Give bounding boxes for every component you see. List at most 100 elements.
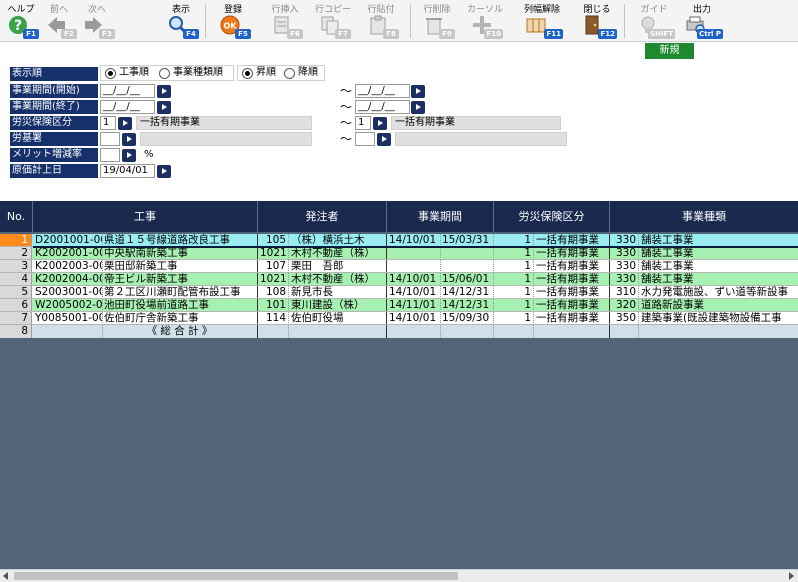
labor-office-to-name xyxy=(395,132,567,146)
labor-office-from-picker[interactable] xyxy=(122,133,136,146)
merit-rate-label: メリット増減率 xyxy=(10,148,98,162)
header-client[interactable]: 発注者 xyxy=(258,201,386,232)
help-button[interactable]: ヘルプ ? F1 xyxy=(2,0,40,42)
header-business[interactable]: 事業種類 xyxy=(610,201,798,232)
grid-header: No. 工事 発注者 事業期間 労災保険区分 事業種類 xyxy=(0,201,798,232)
header-insurance[interactable]: 労災保険区分 xyxy=(494,201,609,232)
column-divider xyxy=(386,325,387,338)
labor-office-to-picker[interactable] xyxy=(377,133,391,146)
scroll-left-arrow-icon[interactable] xyxy=(3,572,8,580)
sort-order-label: 表示順 xyxy=(10,67,98,81)
display-button[interactable]: 表示 F4 xyxy=(162,0,200,42)
toolbar-separator xyxy=(624,4,625,38)
ascending-label: 昇順 xyxy=(256,67,276,78)
row-delete-button[interactable]: 行削除 F9 xyxy=(418,0,456,42)
f12-key: F12 xyxy=(598,29,617,39)
period-start-label: 事業期間(開始) xyxy=(10,84,98,98)
selected-row-underline xyxy=(33,246,798,248)
period-end-to-input[interactable]: __/__/__ xyxy=(355,100,410,114)
f11-key: F11 xyxy=(544,29,563,39)
range-tilde: ～ xyxy=(340,84,353,98)
next-button[interactable]: 次へ F3 xyxy=(78,0,116,42)
column-divider xyxy=(102,325,103,338)
insurance-to-name: 一括有期事業 xyxy=(391,116,561,130)
percent-unit: % xyxy=(144,149,154,160)
cost-date-picker[interactable] xyxy=(157,165,171,178)
labor-office-to-input[interactable] xyxy=(355,132,375,146)
f7-key: F7 xyxy=(335,29,351,39)
range-tilde: ～ xyxy=(340,116,353,130)
insurance-to-code-input[interactable]: 1 xyxy=(355,116,371,130)
register-button[interactable]: 登録 OK F5 xyxy=(214,0,252,42)
ctrl-p-key: Ctrl P xyxy=(697,29,723,39)
toolbar: ヘルプ ? F1 前へ F2 次へ F3 表示 F4 登録 OK F5 行挿入 … xyxy=(0,0,798,42)
toolbar-separator xyxy=(410,4,411,38)
column-divider xyxy=(493,325,494,338)
period-end-from-picker[interactable] xyxy=(157,101,171,114)
row-insert-button[interactable]: 行挿入 F6 xyxy=(266,0,304,42)
f8-key: F8 xyxy=(383,29,399,39)
total-row: 8 《 総 合 計 》 xyxy=(0,325,798,338)
period-start-to-input[interactable]: __/__/__ xyxy=(355,84,410,98)
row-copy-button[interactable]: 行コピー F7 xyxy=(314,0,352,42)
insurance-from-picker[interactable] xyxy=(118,117,132,130)
labor-office-from-input[interactable] xyxy=(100,132,120,146)
insurance-type-label: 労災保険区分 xyxy=(10,116,98,130)
column-divider xyxy=(257,325,258,338)
header-period[interactable]: 事業期間 xyxy=(387,201,493,232)
column-divider xyxy=(638,325,639,338)
cost-date-label: 原価計上日 xyxy=(10,164,98,178)
f2-key: F2 xyxy=(61,29,77,39)
sort-by-business-radio[interactable] xyxy=(159,68,170,79)
ascending-radio[interactable] xyxy=(242,68,253,79)
f3-key: F3 xyxy=(99,29,115,39)
range-tilde: ～ xyxy=(340,100,353,114)
labor-office-label: 労基署 xyxy=(10,132,98,146)
insurance-from-name: 一括有期事業 xyxy=(136,116,312,130)
labor-office-from-name xyxy=(140,132,312,146)
f1-key: F1 xyxy=(23,29,39,39)
f6-key: F6 xyxy=(287,29,303,39)
row-number-cell: 8 xyxy=(0,325,32,338)
merit-rate-picker[interactable] xyxy=(122,149,136,162)
row-paste-button[interactable]: 行貼付 F8 xyxy=(362,0,400,42)
sort-by-work-label: 工事順 xyxy=(119,67,149,78)
output-button[interactable]: 出力 Ctrl P xyxy=(680,0,724,42)
cost-date-input[interactable]: 19/04/01 xyxy=(100,164,155,178)
column-divider xyxy=(288,325,289,338)
period-start-from-input[interactable]: __/__/__ xyxy=(100,84,155,98)
descending-label: 降順 xyxy=(298,67,318,78)
prev-button[interactable]: 前へ F2 xyxy=(40,0,78,42)
header-work[interactable]: 工事 xyxy=(33,201,257,232)
new-button[interactable]: 新規 xyxy=(645,43,694,59)
column-divider xyxy=(609,325,610,338)
works-grid: No. 工事 発注者 事業期間 労災保険区分 事業種類 1 D2001001-00… xyxy=(0,201,798,569)
svg-text:?: ? xyxy=(14,18,22,34)
column-width-reset-button[interactable]: 列幅解除 F11 xyxy=(520,0,564,42)
f10-key: F10 xyxy=(484,29,503,39)
period-end-from-input[interactable]: __/__/__ xyxy=(100,100,155,114)
cursor-button[interactable]: カーソル F10 xyxy=(466,0,504,42)
period-start-from-picker[interactable] xyxy=(157,85,171,98)
scroll-right-arrow-icon[interactable] xyxy=(789,572,794,580)
sort-by-work-radio[interactable] xyxy=(105,68,116,79)
horizontal-scrollbar[interactable] xyxy=(0,569,798,582)
period-start-to-picker[interactable] xyxy=(411,85,425,98)
insurance-from-code-input[interactable]: 1 xyxy=(100,116,116,130)
range-tilde: ～ xyxy=(340,132,353,146)
merit-rate-input[interactable] xyxy=(100,148,120,162)
guide-button[interactable]: ガイド SHIFT xyxy=(632,0,676,42)
insurance-to-picker[interactable] xyxy=(373,117,387,130)
shift-key: SHIFT xyxy=(647,29,675,39)
grand-total-label: 《 総 合 計 》 xyxy=(146,325,213,337)
close-button[interactable]: 閉じる F12 xyxy=(576,0,618,42)
descending-radio[interactable] xyxy=(284,68,295,79)
f4-key: F4 xyxy=(183,29,199,39)
scroll-thumb[interactable] xyxy=(14,572,458,580)
f5-key: F5 xyxy=(235,29,251,39)
header-no[interactable]: No. xyxy=(0,201,32,232)
column-divider xyxy=(440,325,441,338)
period-end-to-picker[interactable] xyxy=(411,101,425,114)
column-divider xyxy=(533,325,534,338)
sort-by-business-label: 事業種類順 xyxy=(173,67,223,78)
